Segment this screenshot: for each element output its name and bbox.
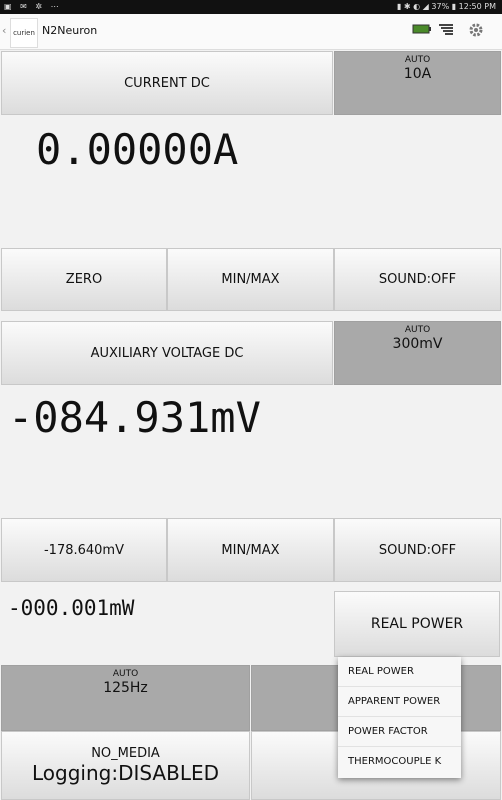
voltage-range-value: 300mV	[392, 336, 443, 352]
power-mode-dropdown: REAL POWER APPARENT POWER POWER FACTOR T…	[338, 657, 461, 778]
signal-strength-icon[interactable]	[437, 22, 455, 40]
current-range-value: 10A	[403, 66, 432, 82]
current-display: 0.00000A	[0, 115, 502, 247]
gear-icon[interactable]	[468, 22, 486, 40]
voltage-sound-button[interactable]: SOUND:OFF	[334, 518, 501, 582]
power-reading: -000.001mW	[8, 596, 135, 620]
voltage-value-button[interactable]: -178.640mV	[1, 518, 167, 582]
frequency-range-button[interactable]: AUTO 125Hz	[1, 665, 250, 731]
current-sound-button[interactable]: SOUND:OFF	[334, 248, 501, 311]
voltage-range-auto: AUTO	[404, 325, 431, 335]
status-bar: ▣ ✉ ✲ ⋯ ▮ ✱ ◐ ◢ 37% ▮ 12:50 PM	[0, 0, 502, 14]
frequency-value: 125Hz	[103, 680, 148, 696]
app-title: N2Neuron	[42, 24, 98, 37]
current-reading: 0.00000A	[36, 125, 239, 174]
status-right: ▮ ✱ ◐ ◢ 37% ▮ 12:50 PM	[397, 2, 496, 11]
voltage-reading: -084.931mV	[8, 393, 261, 442]
logging-status: Logging:DISABLED	[31, 761, 220, 785]
notification-icons: ▣ ✉ ✲ ⋯	[4, 2, 62, 11]
option-thermocouple-k[interactable]: THERMOCOUPLE K	[338, 747, 461, 777]
current-range-button[interactable]: AUTO 10A	[334, 51, 501, 115]
voltage-display: -084.931mV	[0, 385, 502, 518]
battery-device-icon[interactable]	[412, 22, 432, 40]
current-range-auto: AUTO	[404, 55, 431, 65]
signal-icon: ▮ ✱ ◐ ◢	[396, 2, 429, 11]
battery-label: 37%	[431, 2, 450, 11]
power-mode-select[interactable]: REAL POWER	[334, 591, 500, 657]
back-icon[interactable]: ‹	[2, 24, 6, 37]
voltage-range-button[interactable]: AUTO 300mV	[334, 321, 501, 385]
app-logo[interactable]: curien	[10, 18, 38, 48]
option-real-power[interactable]: REAL POWER	[338, 657, 461, 687]
current-minmax-button[interactable]: MIN/MAX	[167, 248, 334, 311]
current-mode-button[interactable]: CURRENT DC	[1, 51, 333, 115]
power-display: -000.001mW	[0, 582, 334, 664]
option-power-factor[interactable]: POWER FACTOR	[338, 717, 461, 747]
battery-icon: ▮	[451, 2, 457, 11]
app-bar: ‹ curien N2Neuron	[0, 14, 502, 50]
logging-button[interactable]: NO_MEDIA Logging:DISABLED	[1, 731, 250, 800]
option-apparent-power[interactable]: APPARENT POWER	[338, 687, 461, 717]
frequency-auto: AUTO	[112, 669, 139, 679]
voltage-mode-button[interactable]: AUXILIARY VOLTAGE DC	[1, 321, 333, 385]
zero-button[interactable]: ZERO	[1, 248, 167, 311]
voltage-minmax-button[interactable]: MIN/MAX	[167, 518, 334, 582]
time-label: 12:50 PM	[458, 2, 496, 11]
media-status: NO_MEDIA	[91, 746, 160, 761]
